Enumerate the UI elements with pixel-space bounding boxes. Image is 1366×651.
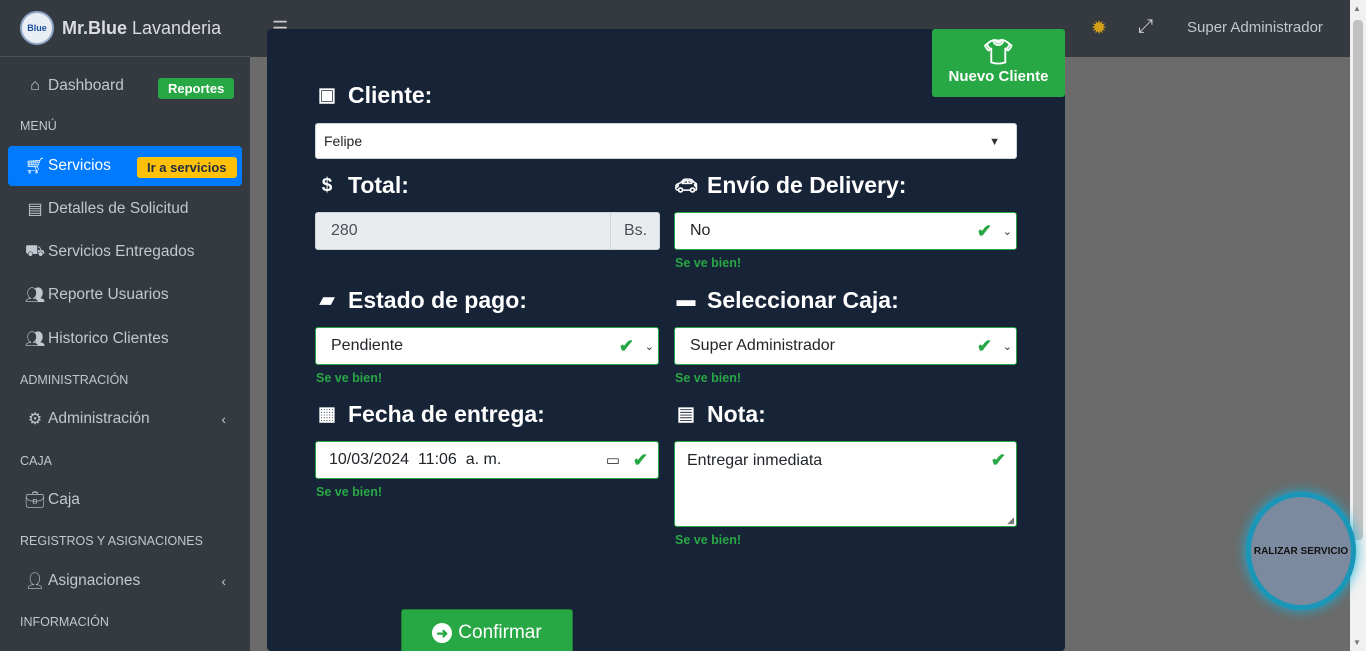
sidebar-item-historico[interactable]: 👥︎ Historico Clientes: [8, 319, 242, 359]
sidebar-item-caja[interactable]: 💼︎ Caja: [8, 480, 242, 520]
check-icon: ✔: [618, 336, 634, 356]
confirm-label: Confirmar: [458, 622, 542, 643]
cliente-value: Felipe: [324, 133, 363, 149]
fecha-value: 10/03/2024 11:06 a. m.: [329, 451, 502, 468]
briefcase-icon: 💼︎: [24, 492, 46, 509]
nota-value: Entregar inmediata: [687, 452, 823, 469]
resize-handle-icon[interactable]: ◢: [1007, 515, 1014, 526]
brand-name: Mr.Blue Lavanderia: [62, 17, 222, 38]
total-value: 280: [331, 222, 358, 239]
currency-addon: Bs.: [610, 212, 660, 250]
user-name[interactable]: Super Administrador: [1187, 19, 1323, 36]
total-label: $ Total:: [316, 172, 409, 199]
sidebar-item-label: Detalles de Solicitud: [48, 200, 189, 217]
nota-label: ▤ Nota:: [675, 401, 766, 428]
sidebar-item-dashboard[interactable]: ⌂ Dashboard Reportes: [8, 66, 242, 106]
delivery-select[interactable]: No ✔ ⌄: [674, 212, 1017, 250]
truck-icon: ⛟: [24, 243, 46, 260]
check-icon: ✔: [976, 336, 992, 356]
cliente-label: ▣ Cliente:: [316, 82, 432, 109]
nav-header-info: INFORMACIÓN: [20, 615, 109, 629]
fullscreen-icon[interactable]: ⤢: [1138, 16, 1153, 38]
settings-icon[interactable]: ✹: [1091, 17, 1107, 40]
sidebar-item-administracion[interactable]: ⚙ Administración ‹: [8, 399, 242, 439]
sidebar: Blue Mr.Blue Lavanderia ⌂ Dashboard Repo…: [0, 0, 250, 651]
estado-pago-select[interactable]: Pendiente ✔ ⌄: [315, 327, 659, 365]
home-icon: ⌂: [30, 77, 40, 94]
file-icon: ▤: [27, 201, 43, 218]
new-client-label: Nuevo Cliente: [948, 68, 1049, 85]
fecha-input[interactable]: 10/03/2024 11:06 a. m. ▭ ✔: [315, 441, 659, 479]
estado-pago-valid-msg: Se ve bien!: [316, 371, 382, 385]
sidebar-item-label: Administración: [48, 410, 150, 427]
sidebar-item-label: Servicios: [48, 157, 111, 174]
reportes-badge[interactable]: Reportes: [158, 78, 235, 99]
gear-icon: ⚙: [27, 411, 43, 428]
caja-value: Super Administrador: [690, 337, 835, 354]
calendar-icon: ▦: [318, 404, 336, 425]
chevron-down-icon: ▼: [989, 136, 1000, 148]
ir-a-servicios-badge[interactable]: Ir a servicios: [137, 157, 237, 178]
nav-header-caja: CAJA: [20, 454, 52, 468]
wallet-icon: ▰: [319, 290, 335, 311]
user-icon: 👤︎: [24, 573, 46, 590]
scroll-up-icon[interactable]: ▲: [1353, 4, 1361, 13]
shirt-icon: 👕︎: [983, 39, 1014, 66]
check-icon: ✔: [632, 450, 648, 470]
scroll-down-icon[interactable]: ▼: [1353, 638, 1361, 647]
chevron-left-icon: ‹: [221, 573, 226, 589]
sidebar-item-label: Reporte Usuarios: [48, 286, 169, 303]
confirm-button[interactable]: ➜ Confirmar: [401, 609, 573, 651]
brand[interactable]: Blue Mr.Blue Lavanderia: [0, 0, 250, 57]
new-client-button[interactable]: 👕︎ Nuevo Cliente: [932, 29, 1065, 97]
sidebar-item-servicios[interactable]: 🛒︎ Servicios Ir a servicios: [8, 146, 242, 186]
sidebar-item-label: Historico Clientes: [48, 330, 169, 347]
sidebar-item-reporte-usuarios[interactable]: 👥︎ Reporte Usuarios: [8, 275, 242, 315]
sidebar-item-detalles[interactable]: ▤ Detalles de Solicitud: [8, 189, 242, 229]
nav-header-registros: REGISTROS Y ASIGNACIONES: [20, 534, 203, 548]
caja-select[interactable]: Super Administrador ✔ ⌄: [674, 327, 1017, 365]
chevron-down-icon: ⌄: [1002, 341, 1012, 353]
delivery-label: 🚗︎ Envío de Delivery:: [673, 172, 907, 198]
chevron-left-icon: ‹: [221, 411, 226, 427]
nav-header-menu: MENÚ: [20, 119, 57, 133]
check-icon: ✔: [976, 221, 992, 241]
fecha-valid-msg: Se ve bien!: [316, 485, 382, 499]
realizar-servicio-button[interactable]: RALIZAR SERVICIO: [1246, 492, 1356, 610]
sidebar-item-label: Caja: [48, 491, 80, 508]
chevron-down-icon: ⌄: [644, 341, 654, 353]
calendar-picker-icon[interactable]: ▭: [606, 451, 620, 469]
fecha-label: ▦ Fecha de entrega:: [316, 401, 545, 428]
sidebar-item-label: Dashboard: [48, 77, 124, 94]
sidebar-item-label: Servicios Entregados: [48, 243, 195, 260]
chevron-down-icon: ⌄: [1002, 226, 1012, 238]
cliente-select[interactable]: Felipe ▼: [315, 123, 1017, 159]
caja-label: ▬ Seleccionar Caja:: [676, 287, 899, 313]
sidebar-item-label: Asignaciones: [48, 572, 141, 589]
sidebar-item-asignaciones[interactable]: 👤︎ Asignaciones ‹: [8, 561, 242, 601]
users-icon: 👥︎: [24, 287, 46, 304]
nota-textarea[interactable]: Entregar inmediata ✔ ◢: [674, 441, 1017, 527]
brand-logo: Blue: [20, 11, 54, 45]
id-card-icon: ▣: [318, 85, 336, 106]
cart-icon: 🛒︎: [24, 158, 46, 175]
arrow-right-icon: ➜: [432, 623, 453, 643]
caja-valid-msg: Se ve bien!: [675, 371, 741, 385]
scrollbar-thumb[interactable]: [1353, 20, 1363, 540]
nota-valid-msg: Se ve bien!: [675, 533, 741, 547]
sidebar-item-entregados[interactable]: ⛟ Servicios Entregados: [8, 232, 242, 272]
check-icon: ✔: [990, 450, 1006, 470]
delivery-value: No: [690, 222, 711, 239]
car-icon: 🚗︎: [673, 175, 699, 197]
estado-pago-label: ▰ Estado de pago:: [316, 287, 527, 314]
estado-pago-value: Pendiente: [331, 337, 404, 354]
delivery-valid-msg: Se ve bien!: [675, 256, 741, 270]
total-input[interactable]: 280: [315, 212, 611, 250]
receipt-icon: $: [321, 174, 333, 196]
users-icon: 👥︎: [24, 331, 46, 348]
inbox-icon: ▬: [676, 289, 696, 311]
nav-header-admin: ADMINISTRACIÓN: [20, 373, 129, 387]
list-icon: ▤: [677, 404, 695, 425]
